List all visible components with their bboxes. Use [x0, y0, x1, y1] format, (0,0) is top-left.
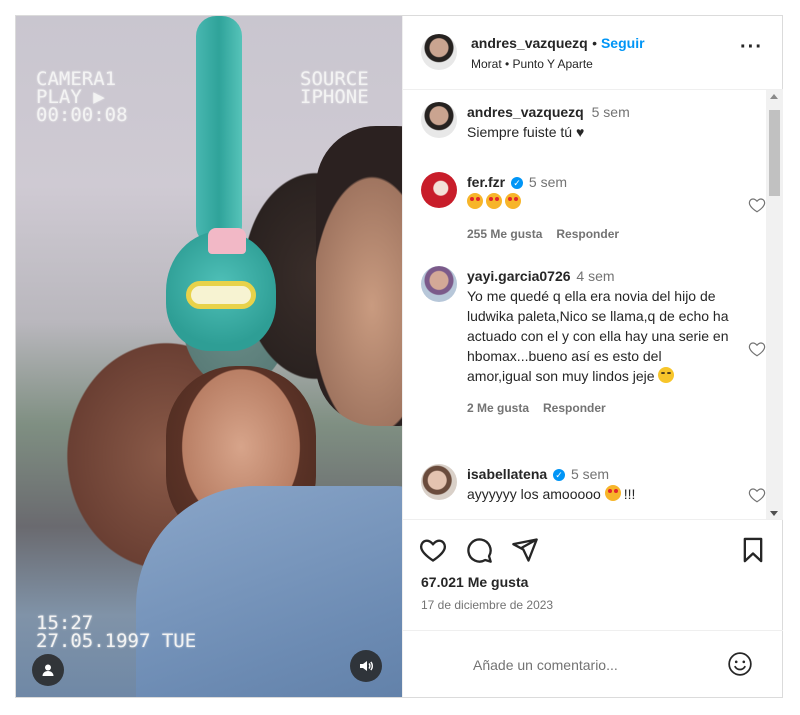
star-struck-emoji — [604, 485, 621, 501]
comment-icon[interactable] — [465, 536, 493, 564]
heart-icon[interactable] — [748, 486, 766, 504]
star-struck-emoji — [486, 193, 502, 209]
comment-text: Yo me quedé q ella era novia del hijo de… — [467, 288, 729, 384]
comments-list[interactable]: andres_vazquezq 5 sem Siempre fuiste tú … — [403, 90, 783, 520]
comments-scrollbar[interactable] — [766, 90, 783, 519]
comment-likes[interactable]: 255 Me gusta — [467, 227, 542, 241]
star-struck-emoji — [505, 193, 521, 209]
avatar[interactable] — [421, 34, 457, 70]
avatar[interactable] — [421, 464, 457, 500]
comment-item: isabellatena ✓ 5 sem ayyyyyy los amooooo… — [421, 464, 766, 514]
avatar[interactable] — [421, 266, 457, 302]
avatar[interactable] — [421, 102, 457, 138]
user-icon — [42, 664, 54, 676]
comment-username[interactable]: fer.fzr — [467, 174, 505, 190]
follow-button[interactable]: Seguir — [601, 35, 645, 51]
vhs-overlay-camera: CAMERA1 PLAY ▶ 00:00:08 — [36, 68, 128, 126]
avatar[interactable] — [421, 172, 457, 208]
comment-text-suffix: !!! — [623, 486, 636, 502]
comment-input[interactable]: Añade un comentario... — [473, 657, 618, 673]
heart-icon[interactable] — [419, 536, 447, 564]
post-header: andres_vazquezq • Seguir Morat • Punto Y… — [403, 16, 783, 90]
comment-likes[interactable]: 2 Me gusta — [467, 401, 529, 415]
toy-stem — [196, 16, 242, 246]
comment-username[interactable]: yayi.garcia0726 — [467, 268, 571, 284]
toy-hat — [208, 228, 246, 254]
reply-button[interactable]: Responder — [556, 227, 619, 241]
post-date: 17 de diciembre de 2023 — [421, 598, 554, 612]
comment-time[interactable]: 5 sem — [592, 104, 630, 120]
send-icon[interactable] — [511, 536, 539, 564]
verified-icon: ✓ — [553, 469, 566, 482]
comment-text-emoji — [467, 193, 524, 210]
heart-icon[interactable] — [748, 196, 766, 214]
likes-count[interactable]: 67.021 Me gusta — [421, 574, 528, 590]
post-panel: andres_vazquezq • Seguir Morat • Punto Y… — [402, 16, 783, 697]
toy-glasses — [186, 281, 256, 309]
add-comment-bar: Añade un comentario... — [403, 630, 783, 697]
vhs-overlay-timestamp: 15:27 27.05.1997 TUE — [36, 612, 197, 652]
author-username[interactable]: andres_vazquezq — [471, 35, 588, 51]
comment-time[interactable]: 4 sem — [576, 268, 614, 284]
more-options-button[interactable]: ··· — [740, 37, 763, 57]
comment-username[interactable]: isabellatena — [467, 466, 547, 482]
caption-text: Siempre fuiste tú — [467, 124, 573, 140]
comment-text: ayyyyyy los amooooo — [467, 486, 601, 502]
caption: andres_vazquezq 5 sem Siempre fuiste tú … — [421, 102, 766, 152]
emoji-icon[interactable] — [727, 651, 753, 677]
bookmark-icon[interactable] — [739, 536, 767, 564]
scroll-up-icon[interactable] — [770, 94, 778, 99]
scrollbar-thumb[interactable] — [769, 110, 780, 196]
comment-item: yayi.garcia0726 4 sem Yo me quedé q ella… — [421, 266, 766, 446]
comment-time[interactable]: 5 sem — [571, 466, 609, 482]
tags-button[interactable] — [32, 654, 64, 686]
post-media[interactable]: CAMERA1 PLAY ▶ 00:00:08 SOURCE IPHONE 15… — [16, 16, 402, 697]
post-dialog: CAMERA1 PLAY ▶ 00:00:08 SOURCE IPHONE 15… — [15, 15, 783, 698]
comment-time[interactable]: 5 sem — [529, 174, 567, 190]
grinning-sweat-emoji — [658, 367, 675, 383]
audio-track[interactable]: Morat • Punto Y Aparte — [471, 57, 593, 71]
star-struck-emoji — [467, 193, 483, 209]
comment-item: fer.fzr ✓ 5 sem 255 Me gusta Responder — [421, 172, 766, 244]
sound-button[interactable] — [350, 650, 382, 682]
black-heart-icon: ♥ — [575, 124, 585, 140]
comment-username[interactable]: andres_vazquezq — [467, 104, 584, 120]
reply-button[interactable]: Responder — [543, 401, 606, 415]
heart-icon[interactable] — [748, 340, 766, 358]
scroll-down-icon[interactable] — [770, 511, 778, 516]
speaker-icon — [360, 661, 373, 671]
separator-dot: • — [592, 35, 601, 51]
vhs-overlay-source: SOURCE IPHONE — [300, 68, 369, 108]
verified-icon: ✓ — [511, 177, 524, 190]
post-actions: 67.021 Me gusta 17 de diciembre de 2023 — [403, 520, 783, 630]
man-head — [316, 126, 402, 426]
more-icon: ··· — [740, 36, 763, 58]
